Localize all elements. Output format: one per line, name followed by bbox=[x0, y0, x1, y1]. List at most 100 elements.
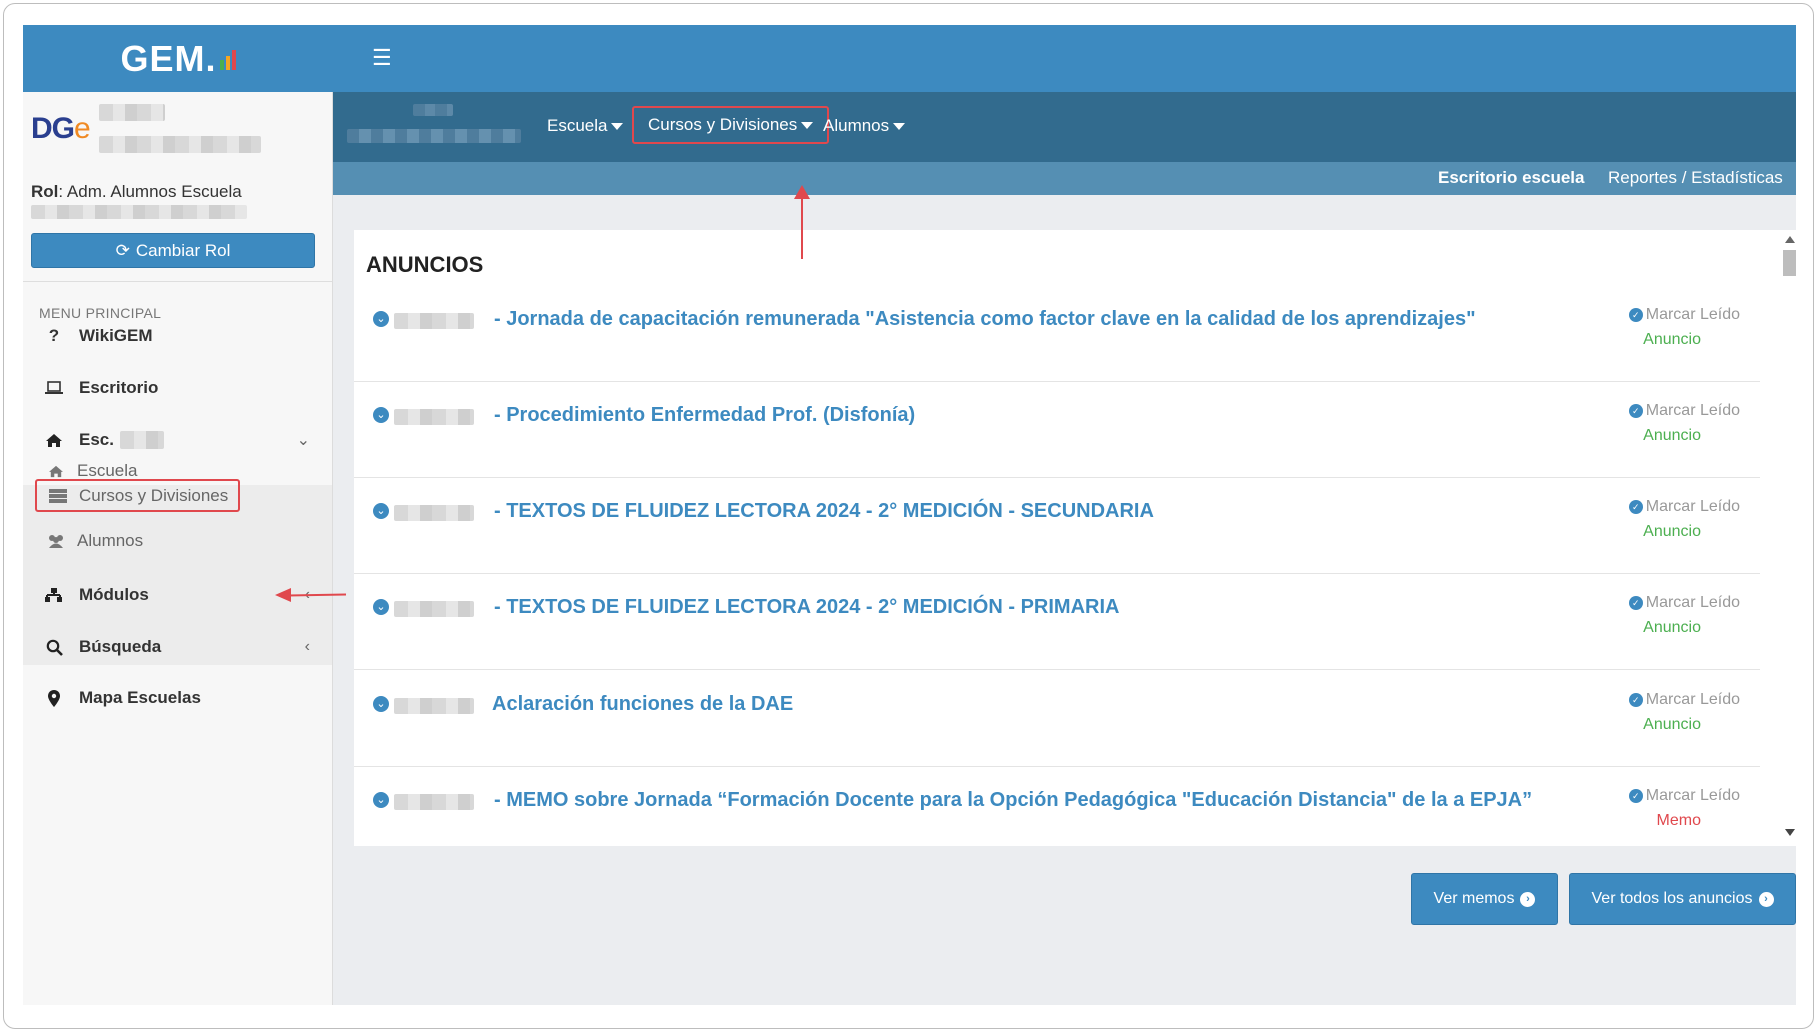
refresh-icon: ⟳ bbox=[115, 240, 130, 260]
announcement-row: ⌄ - MEMO sobre Jornada “Formación Docente… bbox=[354, 767, 1760, 846]
announcements-panel: ANUNCIOS ⌄ - Jornada de capacitación remu… bbox=[354, 230, 1796, 846]
mark-read-link[interactable]: ✓ Marcar Leído bbox=[1628, 306, 1740, 324]
chevron-circle-down-icon[interactable]: ⌄ bbox=[373, 407, 389, 423]
check-circle-icon: ✓ bbox=[1628, 789, 1643, 803]
sidebar-item-busqueda[interactable]: Búsqueda ‹ bbox=[23, 619, 332, 675]
scrollbar[interactable] bbox=[1783, 230, 1796, 846]
sidebar: DGe Rol: Adm. Alumnos Escuela ⟳ Cambiar … bbox=[23, 92, 333, 1005]
sidebar-item-escritorio[interactable]: Escritorio bbox=[23, 360, 332, 416]
gem-logo[interactable]: GEM. bbox=[23, 25, 333, 92]
check-circle-icon: ✓ bbox=[1628, 308, 1643, 322]
change-role-button[interactable]: ⟳ Cambiar Rol bbox=[31, 233, 315, 268]
redacted-date bbox=[394, 409, 474, 425]
chevron-circle-down-icon[interactable]: ⌄ bbox=[373, 792, 389, 808]
change-role-label: Cambiar Rol bbox=[135, 240, 231, 260]
search-icon bbox=[39, 639, 69, 656]
mark-read-link[interactable]: ✓ Marcar Leído bbox=[1628, 402, 1740, 420]
redacted-date bbox=[394, 601, 474, 617]
question-icon: ? bbox=[48, 326, 60, 345]
redacted-date bbox=[394, 313, 474, 329]
announcement-title[interactable]: - Procedimiento Enfermedad Prof. (Disfon… bbox=[494, 404, 915, 427]
announcement-title[interactable]: - TEXTOS DE FLUIDEZ LECTORA 2024 - 2° ME… bbox=[494, 500, 1154, 523]
announcement-type: Anuncio bbox=[1643, 523, 1701, 540]
menu-escuela[interactable]: Escuela bbox=[533, 107, 637, 145]
chevron-left-icon: ‹ bbox=[304, 638, 310, 655]
announcements-title: ANUNCIOS bbox=[366, 252, 484, 277]
announcement-type: Anuncio bbox=[1643, 331, 1701, 348]
caret-down-icon bbox=[893, 122, 906, 130]
announcement-title[interactable]: - Jornada de capacitación remunerada "As… bbox=[494, 308, 1476, 331]
annotation-arrow-up-head bbox=[794, 185, 810, 199]
server-icon bbox=[47, 488, 69, 503]
redacted-date bbox=[394, 794, 474, 810]
annotation-arrow-left-head bbox=[275, 588, 291, 602]
sidebar-subitem-cursos-divisiones[interactable]: Cursos y Divisiones bbox=[35, 479, 241, 512]
check-circle-icon: ✓ bbox=[1628, 404, 1643, 418]
check-circle-icon: ✓ bbox=[1628, 500, 1643, 514]
redacted-school bbox=[31, 205, 247, 219]
redacted-school-title bbox=[413, 104, 453, 116]
hamburger-icon[interactable]: ☰ bbox=[372, 47, 392, 69]
mark-read-link[interactable]: ✓ Marcar Leído bbox=[1628, 594, 1740, 612]
redacted-username bbox=[99, 104, 165, 121]
redacted-school-name bbox=[119, 431, 164, 449]
chevron-circle-right-icon: › bbox=[1520, 891, 1536, 907]
scroll-down-icon[interactable] bbox=[1785, 829, 1795, 836]
link-escritorio-escuela[interactable]: Escritorio escuela bbox=[1438, 168, 1584, 188]
dge-logo: DGe bbox=[31, 112, 91, 145]
annotation-arrow-up bbox=[801, 193, 803, 259]
mark-read-link[interactable]: ✓ Marcar Leído bbox=[1628, 498, 1740, 516]
announcement-type: Anuncio bbox=[1643, 716, 1701, 733]
user-panel: DGe Rol: Adm. Alumnos Escuela ⟳ Cambiar … bbox=[23, 92, 332, 282]
mark-read-link[interactable]: ✓ Marcar Leído bbox=[1628, 691, 1740, 709]
announcement-title[interactable]: Aclaración funciones de la DAE bbox=[492, 693, 793, 716]
redacted-school-subtitle bbox=[347, 129, 521, 143]
screenshot-frame: GEM. ☰ DGe Rol: Adm. Alumnos Escuela ⟳ C… bbox=[3, 3, 1814, 1029]
announcement-type: Anuncio bbox=[1643, 619, 1701, 636]
check-circle-icon: ✓ bbox=[1628, 596, 1643, 610]
menu-cursos-divisiones[interactable]: Cursos y Divisiones bbox=[632, 106, 830, 144]
logo-dot: . bbox=[205, 37, 217, 79]
redacted-date bbox=[394, 698, 474, 714]
announcement-title[interactable]: - MEMO sobre Jornada “Formación Docente … bbox=[494, 789, 1532, 812]
announcement-type: Anuncio bbox=[1643, 427, 1701, 444]
home-icon bbox=[45, 465, 67, 478]
announcement-row: ⌄ - TEXTOS DE FLUIDEZ LECTORA 2024 - 2° M… bbox=[354, 478, 1760, 574]
announcement-row: ⌄ Aclaración funciones de la DAE ✓ Marcar L… bbox=[354, 671, 1760, 767]
announcement-row: ⌄ - Procedimiento Enfermedad Prof. (Disfo… bbox=[354, 382, 1760, 478]
menu-alumnos[interactable]: Alumnos bbox=[809, 107, 919, 145]
announcement-title[interactable]: - TEXTOS DE FLUIDEZ LECTORA 2024 - 2° ME… bbox=[494, 596, 1119, 619]
announcement-row: ⌄ - TEXTOS DE FLUIDEZ LECTORA 2024 - 2° M… bbox=[354, 574, 1760, 670]
sidebar-item-mapa-escuelas[interactable]: Mapa Escuelas bbox=[23, 670, 332, 726]
announcement-type: Memo bbox=[1656, 812, 1701, 829]
ver-memos-button[interactable]: Ver memos › bbox=[1411, 873, 1558, 925]
scroll-thumb[interactable] bbox=[1783, 250, 1796, 276]
mark-read-link[interactable]: ✓ Marcar Leído bbox=[1628, 787, 1740, 805]
chevron-circle-down-icon[interactable]: ⌄ bbox=[373, 503, 389, 519]
link-reportes-estadisticas[interactable]: Reportes / Estadísticas bbox=[1608, 168, 1783, 188]
school-header: Escuela Cursos y Divisiones Alumnos bbox=[333, 92, 1796, 162]
sitemap-icon bbox=[39, 587, 69, 603]
chevron-down-icon: ⌄ bbox=[296, 432, 310, 449]
chevron-circle-down-icon[interactable]: ⌄ bbox=[373, 696, 389, 712]
chevron-circle-right-icon: › bbox=[1758, 891, 1774, 907]
scroll-up-icon[interactable] bbox=[1785, 236, 1795, 243]
caret-down-icon bbox=[611, 122, 624, 130]
home-icon bbox=[39, 433, 69, 448]
app-window: GEM. ☰ DGe Rol: Adm. Alumnos Escuela ⟳ C… bbox=[23, 25, 1796, 1005]
logo-text: GEM bbox=[120, 37, 206, 79]
ver-todos-anuncios-button[interactable]: Ver todos los anuncios › bbox=[1569, 873, 1796, 925]
announcement-row: ⌄ - Jornada de capacitación remunerada "A… bbox=[354, 286, 1760, 382]
logo-bars-icon bbox=[219, 48, 236, 70]
map-marker-icon bbox=[39, 689, 69, 707]
redacted-user-info bbox=[99, 136, 261, 153]
sidebar-item-wikigem[interactable]: ? WikiGEM bbox=[23, 308, 332, 364]
laptop-icon bbox=[39, 381, 69, 395]
chevron-circle-down-icon[interactable]: ⌄ bbox=[373, 599, 389, 615]
top-bar: GEM. ☰ bbox=[23, 25, 1796, 92]
redacted-date bbox=[394, 505, 474, 521]
users-icon bbox=[45, 534, 67, 549]
header-links-bar: Escritorio escuela Reportes / Estadístic… bbox=[333, 162, 1796, 195]
sidebar-subitem-alumnos[interactable]: Alumnos bbox=[35, 525, 153, 557]
chevron-circle-down-icon[interactable]: ⌄ bbox=[373, 311, 389, 327]
